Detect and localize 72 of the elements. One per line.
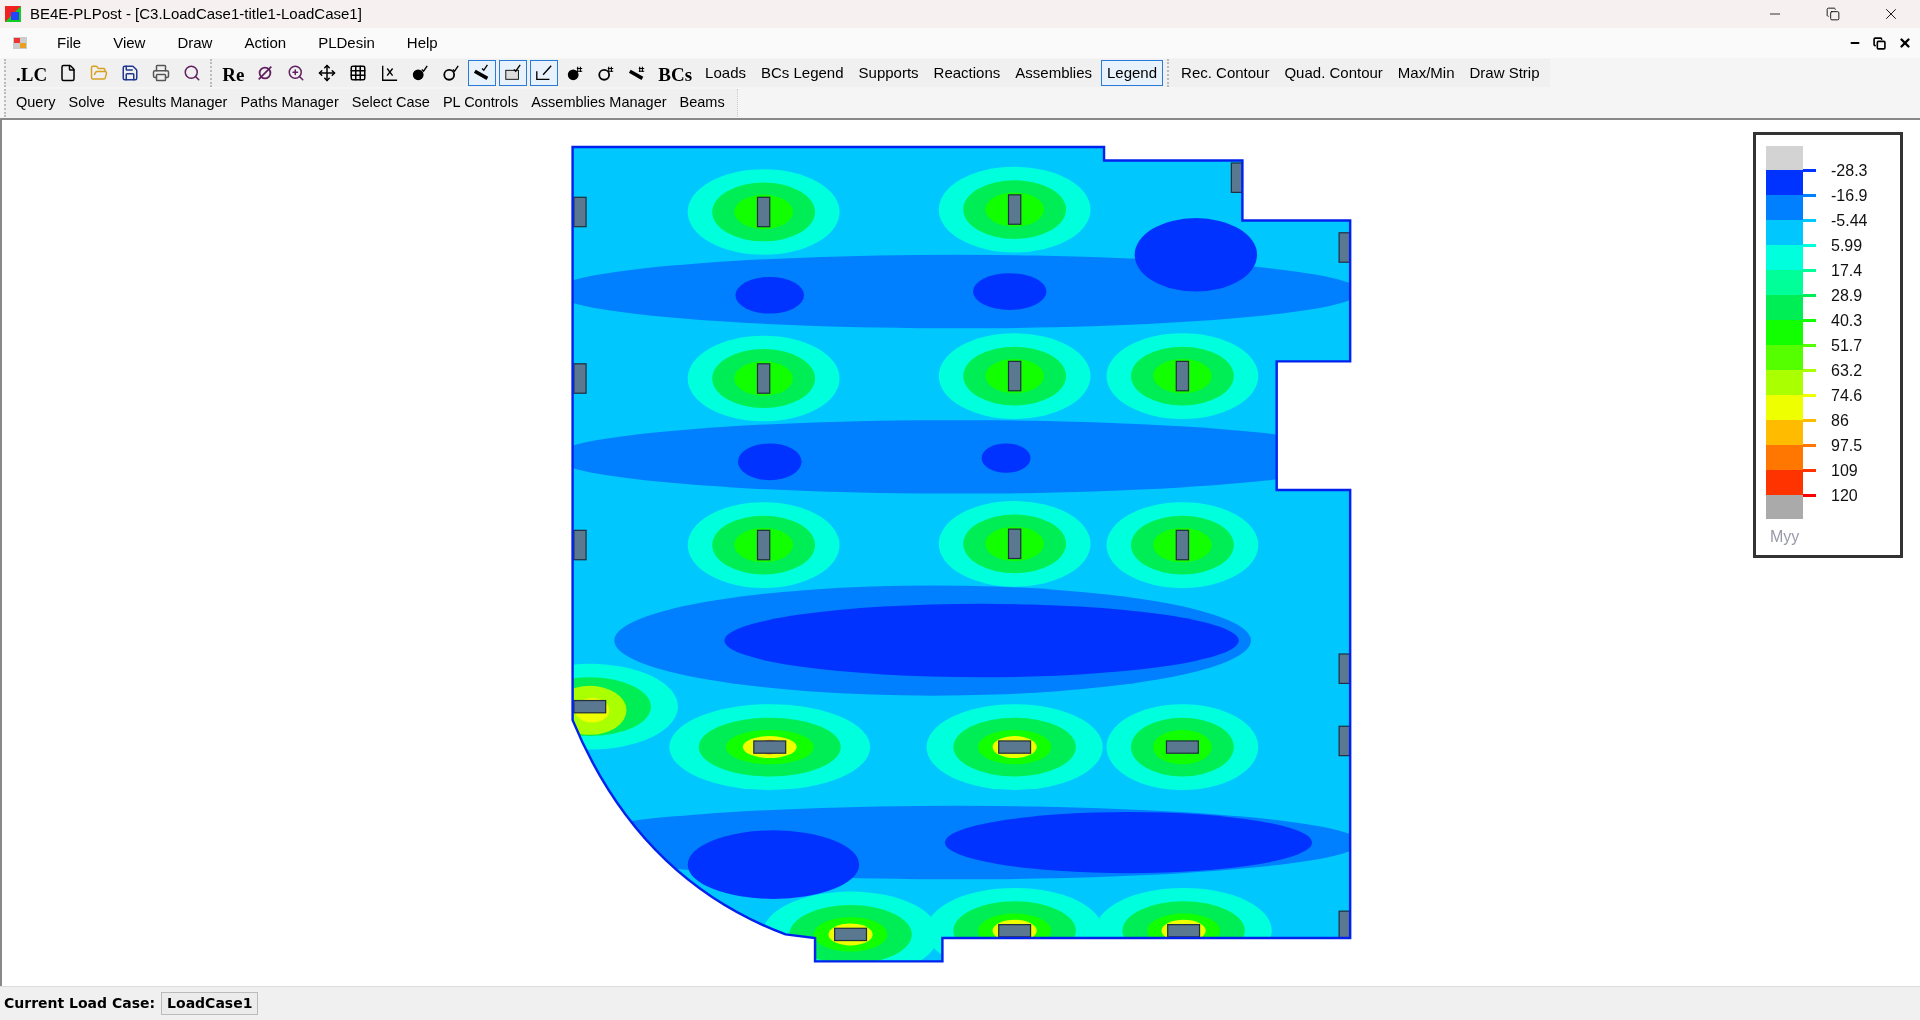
toolbar-button[interactable]: Solve [62,92,111,114]
slashed-circle-icon [256,64,275,82]
toolbar-icon-button[interactable] [530,60,559,86]
legend-value: 5.99 [1831,235,1863,256]
toolbar-button[interactable]: Supports [852,60,925,86]
toolbar-button[interactable]: Loads [699,60,752,86]
legend-value: -16.9 [1831,185,1868,206]
toolbar-button[interactable]: Draw Strip [1463,60,1546,86]
toolbar-button[interactable]: BCs [654,60,697,86]
restore-icon[interactable] [1873,36,1886,50]
legend-cap [1766,495,1803,519]
toolbar-button[interactable]: Select Case [345,92,436,114]
status-label: Current Load Case: [4,994,156,1013]
legend-value: -28.3 [1831,160,1868,181]
legend-value: 17.4 [1831,260,1863,281]
status-value: LoadCase1 [161,992,259,1015]
toolbar-button[interactable]: Re [218,60,249,86]
open-folder-icon [90,64,109,82]
legend-value: 51.7 [1831,335,1863,356]
print-icon [152,64,171,82]
search-icon [183,64,202,82]
legend-value: -5.44 [1831,210,1868,231]
legend-value: 109 [1831,460,1858,481]
toolbar-button[interactable]: Beams [673,92,731,114]
toolbar-button[interactable]: Results Manager [111,92,234,114]
toolbar-button[interactable]: Legend [1101,60,1164,86]
move-icon [318,64,337,82]
zoom-in-icon [287,64,306,82]
toolbar-button[interactable]: Paths Manager [234,92,345,114]
window-title: BE4E-PLPost - [C3.LoadCase1-title1-LoadCase1] [30,3,362,24]
legend-value: 97.5 [1831,435,1863,456]
menu-item[interactable]: File [42,31,97,55]
legend-value: 86 [1831,410,1849,431]
toolbar-button[interactable]: Reactions [927,60,1007,86]
menu-item[interactable]: PLDesin [303,31,390,55]
new-file-icon [59,64,78,82]
toolbar-button[interactable]: .LC [12,60,52,86]
legend-value: 120 [1831,485,1858,506]
menu-item[interactable]: View [98,31,161,55]
toolbar-icon-button[interactable] [468,60,497,86]
legend-title: Myy [1770,527,1801,547]
legend-value: 63.2 [1831,360,1863,381]
axis-icon [380,64,399,82]
panel-check-icon [504,64,523,82]
legend-value: 28.9 [1831,285,1863,306]
toolbar-button[interactable]: Query [10,92,62,114]
restore-icon[interactable] [1826,7,1840,21]
toolbar-button[interactable]: Assemblies [1009,60,1098,86]
frame-check-icon [535,64,554,82]
toolbar-button[interactable]: PL Controls [436,92,525,114]
toolbar-button[interactable]: Assemblies Manager [525,92,673,114]
close-icon[interactable] [1898,36,1912,50]
legend-value: 74.6 [1831,385,1863,406]
filled-circle-check-icon [411,64,430,82]
document-icon[interactable] [12,35,28,51]
menu-item[interactable]: Action [229,31,302,55]
beam-hash-icon [628,64,647,82]
grid-icon [349,64,368,82]
toolbar-icon-button[interactable] [499,60,528,86]
circle-check-icon [442,64,461,82]
menu-item[interactable]: Help [391,31,453,55]
toolbar-button[interactable]: Rec. Contour [1175,60,1276,86]
filled-circle-hash-icon [566,64,585,82]
legend-value: 40.3 [1831,310,1863,331]
toolbar-button[interactable]: Quad. Contour [1278,60,1389,86]
toolbar-button[interactable]: Max/Min [1391,60,1461,86]
app-logo-icon [4,5,22,23]
toolbar-button[interactable]: BCs Legend [755,60,850,86]
circle-hash-icon [597,64,616,82]
legend-cap [1766,146,1803,170]
save-icon [121,64,140,82]
menu-item[interactable]: Draw [162,31,228,55]
